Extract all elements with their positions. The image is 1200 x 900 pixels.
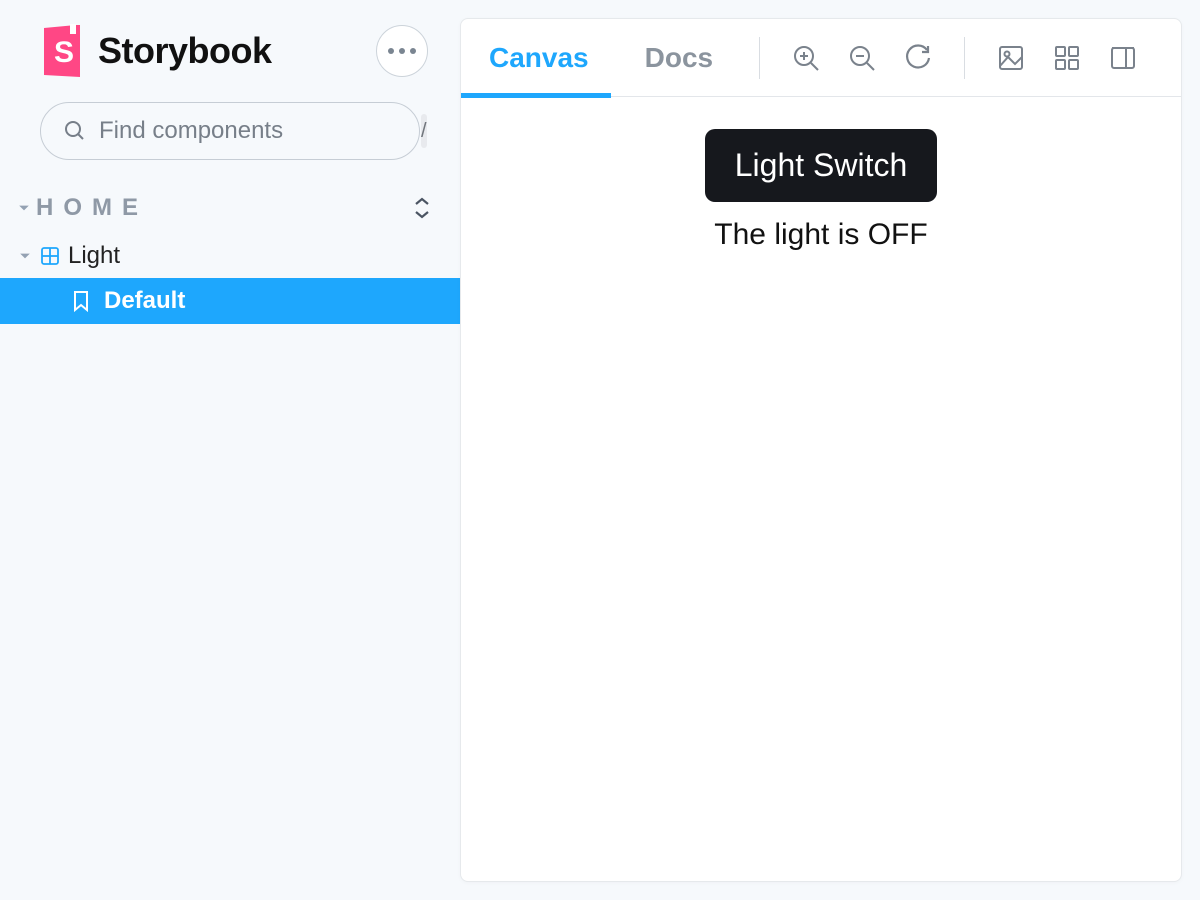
sidebar-right-icon[interactable] <box>1109 44 1137 72</box>
zoom-in-icon[interactable] <box>792 44 820 72</box>
more-menu-button[interactable] <box>376 25 428 77</box>
image-icon[interactable] <box>997 44 1025 72</box>
storybook-logo[interactable]: S Storybook <box>40 24 358 78</box>
caret-down-icon <box>18 202 30 214</box>
search-shortcut-hint: / <box>421 114 427 148</box>
preview-toolbar: Canvas Docs <box>461 19 1181 97</box>
search-input-wrapper[interactable]: / <box>40 102 420 160</box>
tab-docs[interactable]: Docs <box>617 19 741 96</box>
section-title: HOME <box>36 194 412 222</box>
tree-story-default[interactable]: Default <box>0 278 460 324</box>
toolbar-divider <box>759 37 760 79</box>
svg-text:S: S <box>54 36 74 69</box>
collapse-all-icon[interactable] <box>412 197 432 219</box>
app-name: Storybook <box>98 30 272 72</box>
sidebar: S Storybook / HOME <box>0 0 460 900</box>
search-input[interactable] <box>99 117 409 145</box>
tree-story-label: Default <box>104 287 185 315</box>
zoom-out-icon[interactable] <box>848 44 876 72</box>
light-status-text: The light is OFF <box>714 218 927 252</box>
toolbar-divider <box>964 37 965 79</box>
section-header-home[interactable]: HOME <box>0 172 460 234</box>
canvas-area: Light Switch The light is OFF <box>461 97 1181 881</box>
component-icon <box>40 246 60 266</box>
light-switch-button[interactable]: Light Switch <box>705 129 938 202</box>
tab-canvas[interactable]: Canvas <box>461 19 617 96</box>
preview-panel: Canvas Docs <box>460 0 1200 900</box>
storybook-logo-icon: S <box>40 24 84 78</box>
bookmark-icon <box>72 290 90 312</box>
reset-zoom-icon[interactable] <box>904 44 932 72</box>
tree-component-label: Light <box>68 242 120 270</box>
ellipsis-icon <box>388 48 416 54</box>
search-icon <box>63 119 87 143</box>
grid-icon[interactable] <box>1053 44 1081 72</box>
sidebar-header: S Storybook <box>0 24 460 78</box>
caret-down-icon <box>18 250 32 262</box>
tree-component-light[interactable]: Light <box>0 234 460 278</box>
